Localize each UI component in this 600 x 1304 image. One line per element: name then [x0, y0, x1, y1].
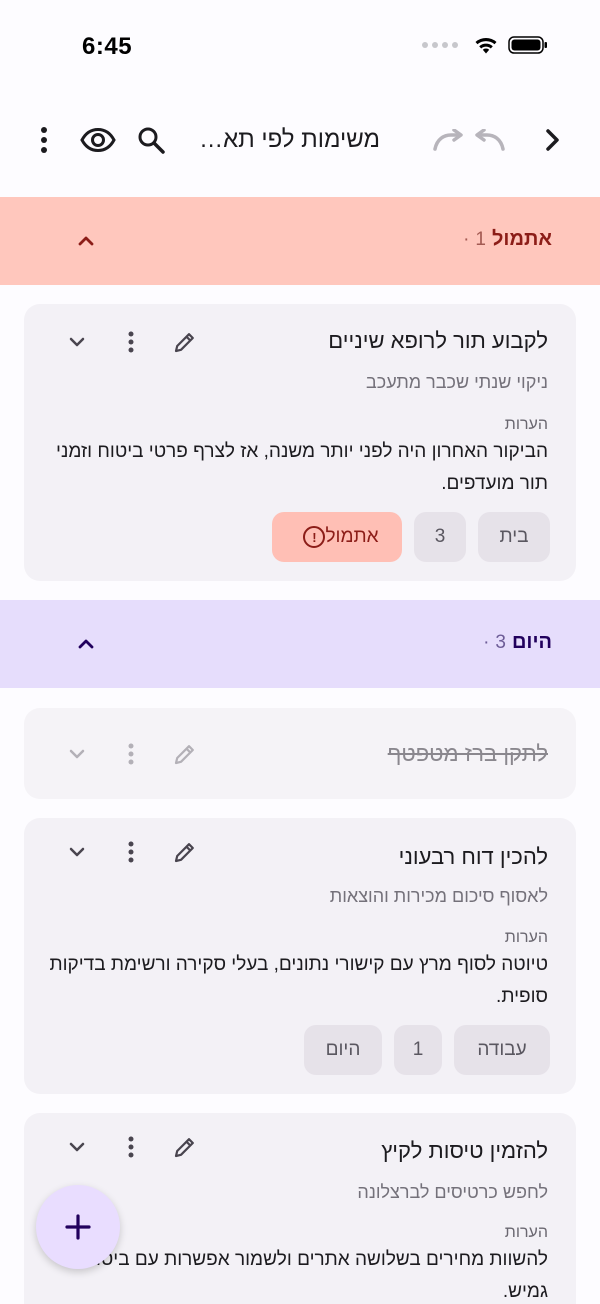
collapse-chevron-icon[interactable]: [70, 628, 102, 660]
redo-icon[interactable]: [428, 120, 468, 160]
chevron-right-icon[interactable]: [532, 120, 572, 160]
more-vert-icon[interactable]: [24, 120, 64, 160]
section-label: אתמול 1 ·: [463, 228, 552, 251]
edit-pencil-icon[interactable]: [162, 1129, 208, 1165]
notes-label: הערות: [504, 416, 548, 433]
plus-icon: [65, 1214, 91, 1240]
chevron-down-icon[interactable]: [54, 324, 100, 360]
category-chip[interactable]: עבודה: [454, 1025, 550, 1075]
section-header-overdue[interactable]: אתמול 1 ·: [0, 197, 600, 285]
edit-pencil-icon[interactable]: [162, 324, 208, 360]
status-icons: [422, 36, 548, 54]
section-count: 3: [495, 632, 506, 653]
search-icon[interactable]: [131, 120, 171, 160]
task-notes: הביקור האחרון היה לפני יותר משנה, אז לצר…: [56, 441, 548, 494]
more-vert-icon[interactable]: [108, 736, 154, 772]
add-task-fab[interactable]: [36, 1185, 120, 1269]
due-date-chip[interactable]: אתמול !: [272, 512, 402, 562]
section-dot: ·: [463, 229, 470, 250]
section-label: היום 3 ·: [483, 631, 552, 654]
collapse-chevron-icon[interactable]: [70, 225, 102, 257]
task-notes: טיוטה לסוף מרץ עם קישורי נתונים, בעלי סק…: [49, 954, 548, 1007]
chevron-down-icon[interactable]: [54, 834, 100, 870]
chip-row: עבודה 1 היום: [304, 1025, 550, 1075]
undo-icon[interactable]: [470, 120, 510, 160]
section-dot: ·: [483, 632, 490, 653]
more-vert-icon[interactable]: [108, 1129, 154, 1165]
due-date-label: אתמול: [325, 526, 379, 547]
alert-circle-icon: !: [303, 526, 326, 548]
chevron-down-icon[interactable]: [54, 1129, 100, 1165]
section-title: אתמול: [492, 228, 552, 250]
category-chip[interactable]: בית: [478, 512, 550, 562]
chevron-down-icon[interactable]: [54, 736, 100, 772]
task-subtitle: לחפש כרטיסים לברצלונה: [357, 1182, 548, 1202]
cellular-signal-icon: [422, 42, 458, 48]
task-card[interactable]: להכין דוח רבעוני לאסוף סיכום מכירות והוצ…: [24, 818, 576, 1094]
section-count: 1: [475, 229, 486, 250]
task-title: לתקן ברז מטפטף: [387, 741, 548, 766]
notes-label: הערות: [504, 1224, 548, 1241]
chip-row: בית 3 אתמול !: [272, 512, 550, 562]
section-header-today[interactable]: היום 3 ·: [0, 600, 600, 688]
task-title: להכין דוח רבעוני: [398, 844, 548, 869]
task-title: להזמין טיסות לקיץ: [381, 1138, 548, 1163]
task-card[interactable]: לקבוע תור לרופא שיניים ניקוי שנתי שכבר מ…: [24, 304, 576, 581]
eye-icon[interactable]: [78, 120, 118, 160]
priority-chip[interactable]: 1: [394, 1025, 442, 1075]
battery-icon: [508, 36, 547, 54]
priority-chip[interactable]: 3: [414, 512, 466, 562]
task-card-completed[interactable]: לתקן ברז מטפטף: [24, 708, 576, 799]
more-vert-icon[interactable]: [108, 834, 154, 870]
task-title: לקבוע תור לרופא שיניים: [328, 328, 548, 353]
task-subtitle: לאסוף סיכום מכירות והוצאות: [329, 886, 548, 906]
edit-pencil-icon[interactable]: [162, 834, 208, 870]
section-title: היום: [512, 631, 552, 653]
status-bar: 6:45: [0, 0, 600, 96]
due-date-chip[interactable]: היום: [304, 1025, 382, 1075]
notes-label: הערות: [504, 929, 548, 946]
page-title: משימות לפי תאריך: [196, 126, 380, 153]
edit-pencil-icon[interactable]: [162, 736, 208, 772]
wifi-icon: [475, 38, 497, 54]
task-subtitle: ניקוי שנתי שכבר מתעכב: [365, 372, 548, 392]
more-vert-icon[interactable]: [108, 324, 154, 360]
task-notes: להשוות מחירים בשלושה אתרים ולשמור אפשרות…: [85, 1249, 548, 1302]
status-time: 6:45: [82, 33, 133, 60]
